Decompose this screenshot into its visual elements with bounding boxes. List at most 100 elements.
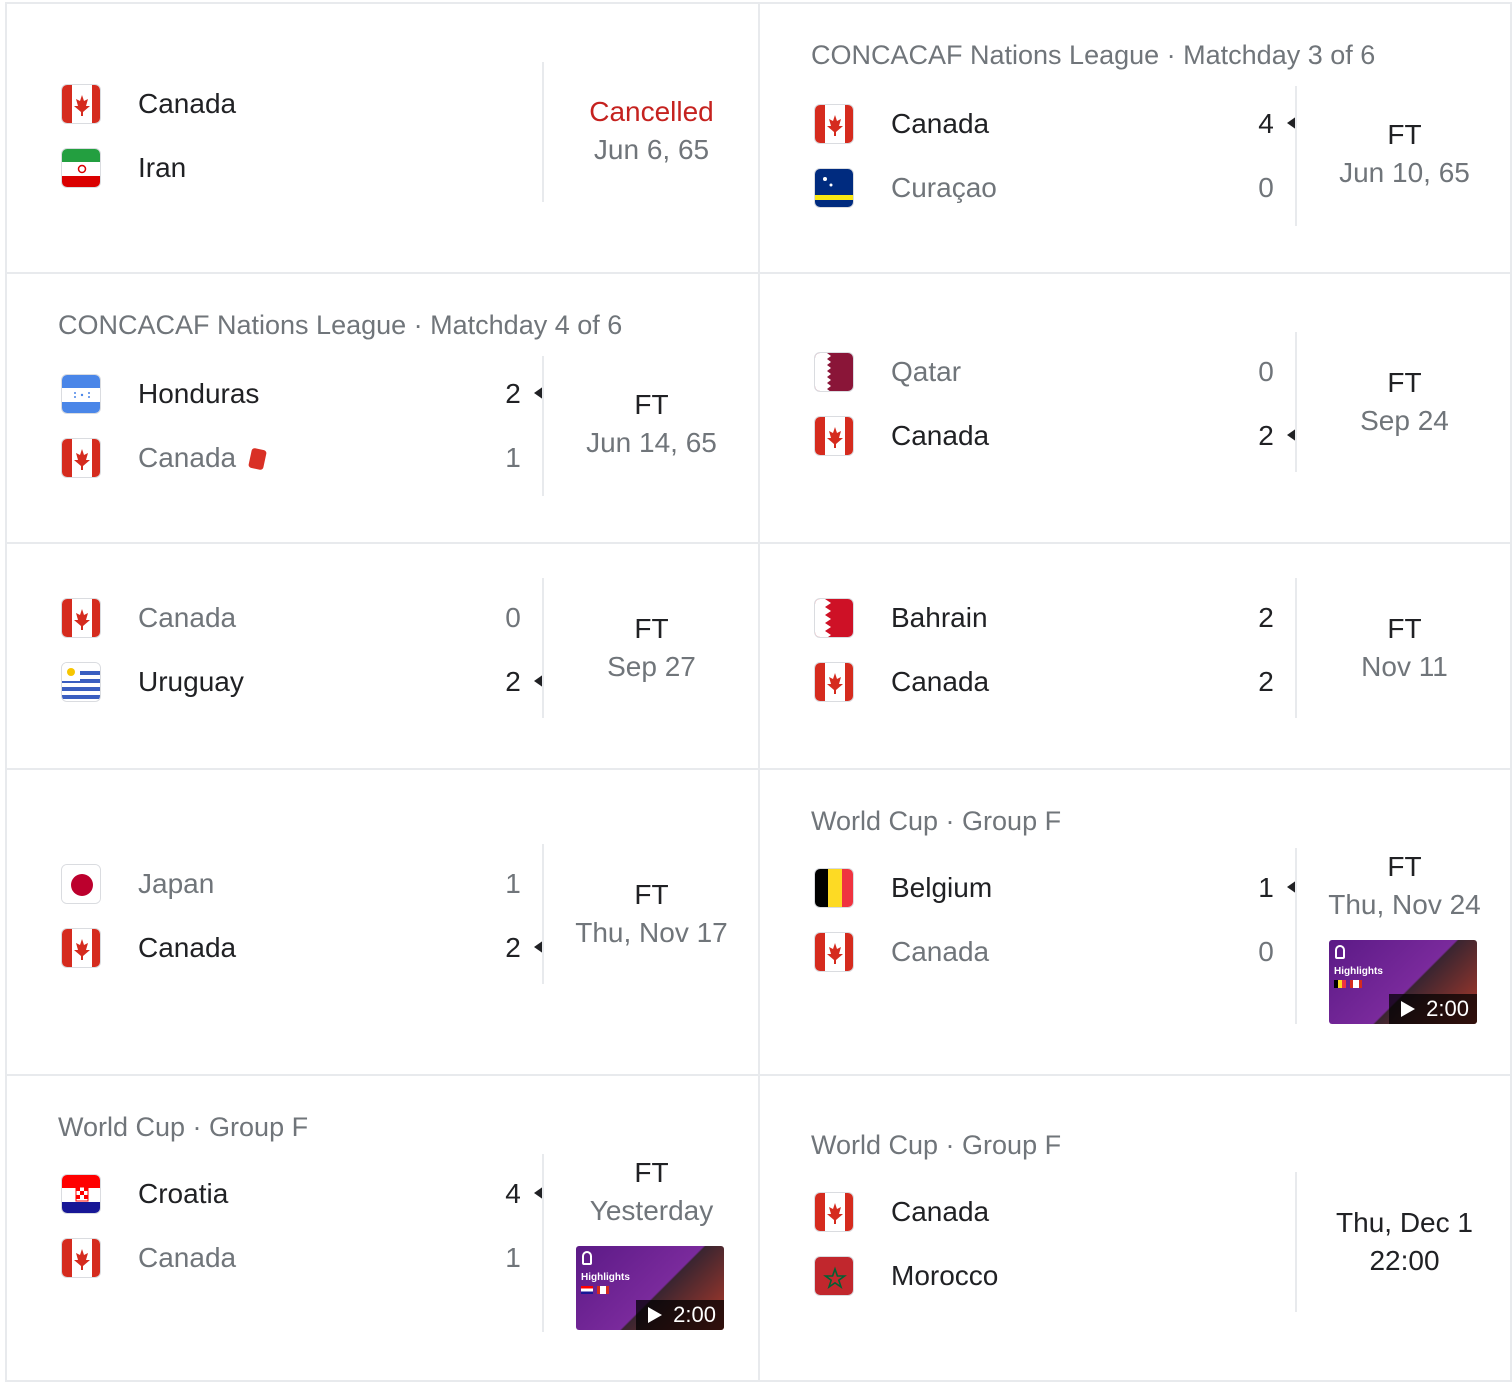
status-label: FT xyxy=(634,389,669,420)
match-row: Canada Iran Cancelled Jun 6, 65 CONCACAF… xyxy=(5,2,1512,272)
match-card[interactable]: World Cup · Group F Croatia 4 Canada 1 F… xyxy=(5,1076,760,1380)
match-date: Sep 27 xyxy=(607,651,696,682)
match-row: Japan 1 Canada 2 FT Thu, Nov 17 World Cu… xyxy=(5,768,1512,1074)
honduras-flag-icon xyxy=(61,374,101,414)
team-row: Canada 0 xyxy=(61,598,541,642)
team-row: Canada 0 xyxy=(814,932,1294,976)
team-name: Japan xyxy=(138,868,215,899)
league-label: CONCACAF Nations League · Matchday 3 of … xyxy=(811,40,1376,70)
team-score: 0 xyxy=(505,602,521,633)
status-label: FT xyxy=(634,879,669,910)
status-label: FT xyxy=(1387,119,1422,150)
match-date: Jun 6, 65 xyxy=(593,134,710,165)
match-card[interactable]: Bahrain 2 Canada 2 FT Nov 11 xyxy=(760,544,1512,768)
curacao-flag-icon xyxy=(814,168,854,208)
status-label: FT xyxy=(634,1157,669,1188)
team-row: Croatia 4 xyxy=(61,1174,544,1218)
red-card-icon xyxy=(248,447,268,471)
team-row: Canada 2 xyxy=(814,662,1294,706)
team-name: Canada xyxy=(891,936,990,967)
match-date: Sep 24 xyxy=(1360,405,1449,436)
match-status: FT Thu, Nov 17 xyxy=(544,876,759,952)
team-name: Canada xyxy=(891,666,990,697)
match-status: FT Jun 14, 65 xyxy=(544,386,759,462)
team-score: 2 xyxy=(1258,666,1274,697)
qatar-flag-icon xyxy=(814,352,854,392)
team-row: Curaçao 0 xyxy=(814,168,1294,212)
team-score: 4 xyxy=(505,1178,521,1209)
iran-flag-icon xyxy=(61,148,101,188)
team-name: Bahrain xyxy=(891,602,988,633)
team-row: Iran xyxy=(61,148,541,192)
team-row: Belgium 1 xyxy=(814,868,1297,912)
canada-flag-icon xyxy=(61,1238,101,1278)
uruguay-flag-icon xyxy=(61,662,101,702)
match-card[interactable]: Japan 1 Canada 2 FT Thu, Nov 17 xyxy=(5,770,760,1074)
status-label: Cancelled xyxy=(589,96,714,127)
team-score: 1 xyxy=(505,442,521,473)
canada-flag-icon xyxy=(814,662,854,702)
match-card[interactable]: CONCACAF Nations League · Matchday 4 of … xyxy=(5,274,760,542)
mini-flags xyxy=(1334,980,1362,988)
team-score: 2 xyxy=(505,378,521,409)
match-date: Yesterday xyxy=(589,1195,714,1226)
status-label: FT xyxy=(1387,613,1422,644)
team-name: Qatar xyxy=(891,356,962,387)
team-score: 0 xyxy=(1258,172,1274,203)
world-cup-logo-icon xyxy=(582,1251,592,1265)
match-card[interactable]: CONCACAF Nations League · Matchday 3 of … xyxy=(760,4,1512,272)
match-status: FT Thu, Nov 24 xyxy=(1297,848,1512,924)
match-time: 22:00 xyxy=(1369,1245,1440,1276)
bahrain-flag-icon xyxy=(814,598,854,638)
team-name-with-card: Canada xyxy=(138,442,268,474)
team-score: 0 xyxy=(1258,936,1274,967)
match-status: Thu, Dec 1 22:00 xyxy=(1297,1204,1512,1280)
team-row: Qatar 0 xyxy=(814,352,1294,396)
canada-flag-icon xyxy=(61,598,101,638)
morocco-flag-icon xyxy=(814,1256,854,1296)
match-date: Thu, Dec 1 xyxy=(1336,1207,1473,1238)
match-card[interactable]: Canada 0 Uruguay 2 FT Sep 27 xyxy=(5,544,760,768)
belgium-flag-icon xyxy=(814,868,854,908)
match-card[interactable]: World Cup · Group F Canada Morocco Thu, … xyxy=(760,1076,1512,1380)
match-status: FT Sep 24 xyxy=(1297,364,1512,440)
team-score: 1 xyxy=(1258,872,1274,903)
team-name: Croatia xyxy=(138,1178,229,1209)
team-row: Uruguay 2 xyxy=(61,662,544,706)
canada-flag-icon xyxy=(61,84,101,124)
canada-flag-icon xyxy=(61,928,101,968)
canada-flag-icon xyxy=(814,104,854,144)
team-row: Canada 2 xyxy=(814,416,1297,460)
match-status: FT Nov 11 xyxy=(1297,610,1512,686)
world-cup-logo-icon xyxy=(1335,945,1345,959)
match-status: FT Jun 10, 65 xyxy=(1297,116,1512,192)
team-name: Canada xyxy=(138,932,237,963)
team-name: Canada xyxy=(138,1242,237,1273)
japan-flag-icon xyxy=(61,864,101,904)
team-score: 0 xyxy=(1258,356,1274,387)
team-row: Canada 4 xyxy=(814,104,1297,148)
highlights-video-thumbnail[interactable]: Highlights 2:00 xyxy=(576,1246,724,1330)
league-label: CONCACAF Nations League · Matchday 4 of … xyxy=(58,310,623,340)
team-row: Canada xyxy=(814,1192,1294,1236)
highlights-video-thumbnail[interactable]: Highlights 2:00 xyxy=(1329,940,1477,1024)
team-row: Japan 1 xyxy=(61,864,541,908)
play-duration: 2:00 xyxy=(636,1300,724,1330)
status-label: FT xyxy=(1387,367,1422,398)
status-label: FT xyxy=(634,613,669,644)
league-label: World Cup · Group F xyxy=(811,806,1062,836)
team-row: Honduras 2 xyxy=(61,374,544,418)
league-label: World Cup · Group F xyxy=(58,1112,309,1142)
canada-flag-icon xyxy=(61,438,101,478)
match-date: Thu, Nov 24 xyxy=(1328,889,1481,920)
highlights-label: Highlights xyxy=(581,1272,630,1283)
team-name: Canada xyxy=(891,1196,990,1227)
match-card[interactable]: World Cup · Group F Belgium 1 Canada 0 F… xyxy=(760,770,1512,1074)
match-grid: Canada Iran Cancelled Jun 6, 65 CONCACAF… xyxy=(0,0,1512,1386)
team-score: 4 xyxy=(1258,108,1274,139)
team-name: Belgium xyxy=(891,872,993,903)
match-card[interactable]: Qatar 0 Canada 2 FT Sep 24 xyxy=(760,274,1512,542)
team-score: 1 xyxy=(505,868,521,899)
team-score: 2 xyxy=(1258,420,1274,451)
match-card[interactable]: Canada Iran Cancelled Jun 6, 65 xyxy=(5,4,760,272)
